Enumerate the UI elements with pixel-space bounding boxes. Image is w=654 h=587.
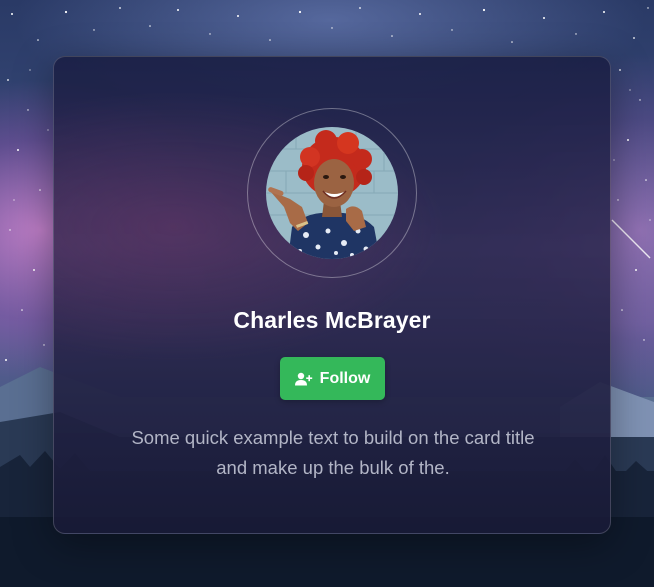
follow-button[interactable]: Follow <box>280 357 385 400</box>
follow-button-label: Follow <box>319 369 371 387</box>
avatar-ring <box>247 108 417 278</box>
profile-card: Charles McBrayer Follow Some quick examp… <box>53 56 611 534</box>
card-description: Some quick example text to build on the … <box>131 427 535 478</box>
profile-name: Charles McBrayer <box>233 307 431 333</box>
avatar <box>266 127 398 259</box>
user-plus-icon <box>294 372 313 386</box>
avatar-portrait <box>266 127 398 259</box>
